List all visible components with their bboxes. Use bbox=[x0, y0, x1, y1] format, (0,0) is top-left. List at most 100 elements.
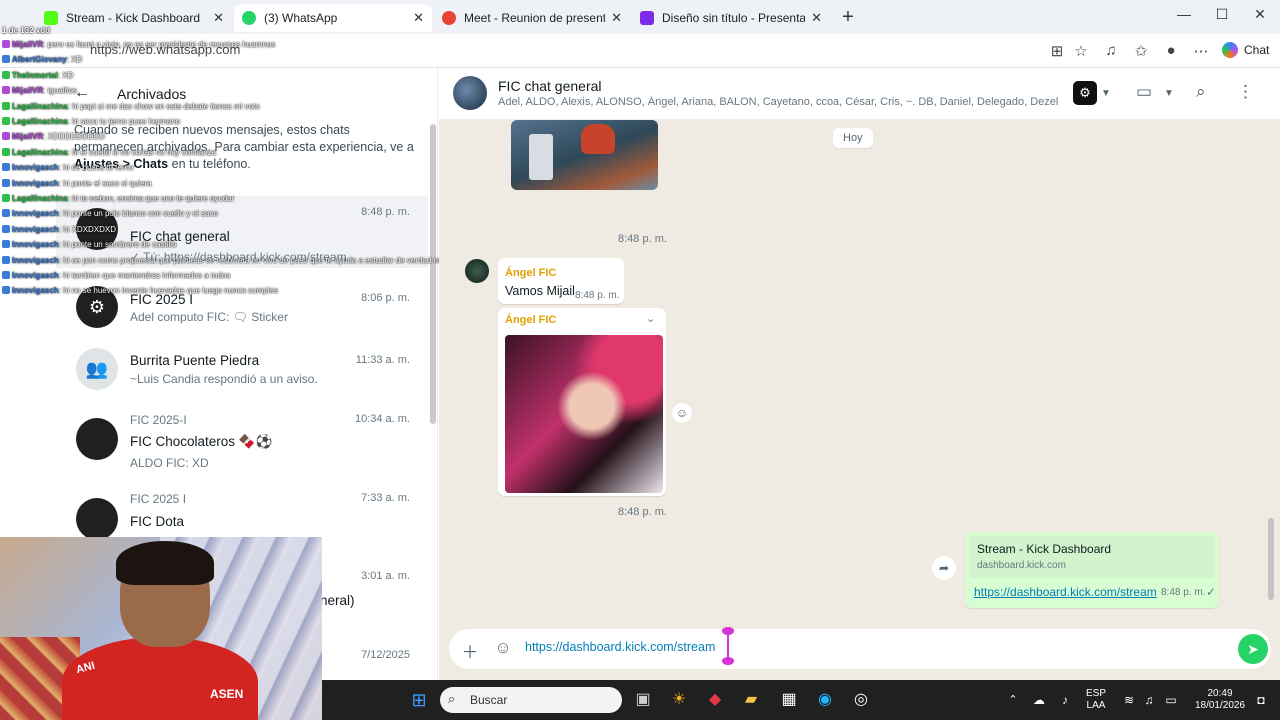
kick-icon bbox=[44, 11, 58, 25]
app-icon[interactable]: ◆ bbox=[704, 689, 726, 711]
tab-whatsapp[interactable]: (3) WhatsApp ✕ bbox=[234, 4, 432, 32]
image-content bbox=[529, 134, 553, 180]
emoji-react-icon[interactable]: ☺ bbox=[672, 403, 692, 423]
wifi-icon[interactable]: ≋ bbox=[1118, 689, 1140, 711]
minimize-button[interactable]: — bbox=[1174, 6, 1194, 22]
cursor-line bbox=[727, 635, 729, 659]
sender-name[interactable]: Ángel FIC bbox=[505, 267, 556, 279]
file-explorer-icon[interactable]: ▰ bbox=[740, 689, 762, 711]
link-preview-card[interactable]: Stream - Kick Dashboard dashboard.kick.c… bbox=[969, 536, 1215, 578]
attach-plus-icon[interactable]: ＋ bbox=[461, 638, 479, 663]
chat-last-message: ✓ Tú: https://dashboard.kick.com/stream bbox=[130, 250, 347, 264]
close-window-button[interactable]: ✕ bbox=[1250, 6, 1270, 23]
tab-canva[interactable]: Diseño sin título - Presentación ✕ bbox=[632, 4, 830, 32]
task-view-icon[interactable]: ▣ bbox=[632, 689, 654, 711]
media-icon[interactable]: ♫ bbox=[1102, 42, 1120, 59]
message-input[interactable]: https://dashboard.kick.com/stream bbox=[525, 640, 715, 654]
profile-icon[interactable]: ● bbox=[1162, 42, 1180, 59]
weather-icon[interactable]: ☀ bbox=[668, 689, 690, 711]
sender-name[interactable]: Ángel FIC bbox=[505, 314, 556, 326]
chat-item-burrita[interactable]: 👥 Burrita Puente Piedra ~Luis Candia res… bbox=[56, 340, 428, 416]
new-tab-button[interactable]: + bbox=[838, 6, 858, 29]
close-icon[interactable]: ✕ bbox=[213, 10, 224, 26]
volume-icon[interactable]: ♫ bbox=[1138, 689, 1160, 711]
favorite-star-icon[interactable]: ☆ bbox=[1072, 42, 1090, 60]
avatar bbox=[76, 208, 118, 250]
chat-time: 3:01 a. m. bbox=[361, 570, 410, 582]
obs-icon[interactable]: ◎ bbox=[850, 689, 872, 711]
search-icon[interactable]: ⌕ bbox=[1196, 82, 1206, 102]
group-avatar[interactable] bbox=[453, 76, 487, 110]
image-message[interactable] bbox=[511, 120, 658, 190]
url-field[interactable]: https://web.whatsapp.com bbox=[90, 42, 240, 57]
store-icon[interactable]: ▦ bbox=[778, 689, 800, 711]
apps-icon[interactable]: ⊞ bbox=[1048, 42, 1066, 60]
clock[interactable]: 20:49 18/01/2026 bbox=[1192, 688, 1248, 712]
battery-icon[interactable]: ▭ bbox=[1160, 689, 1182, 711]
maximize-button[interactable]: ☐ bbox=[1212, 6, 1232, 23]
chevron-up-icon[interactable]: ⌃ bbox=[1002, 689, 1024, 711]
chat-group-label: FIC 2025-I bbox=[130, 413, 187, 427]
outgoing-message[interactable]: Stream - Kick Dashboard dashboard.kick.c… bbox=[965, 532, 1219, 608]
message-time: 8:48 p. m. bbox=[575, 290, 620, 301]
avatar: ⚙ bbox=[76, 286, 118, 328]
close-icon[interactable]: ✕ bbox=[611, 10, 622, 26]
address-bar: https://web.whatsapp.com ⊞ ☆ ♫ ✩ ● ⋯ Cha… bbox=[0, 34, 1280, 68]
copilot-button[interactable]: Chat bbox=[1222, 42, 1269, 58]
scrollbar[interactable] bbox=[430, 124, 436, 424]
tab-label: (3) WhatsApp bbox=[264, 11, 338, 25]
edge-icon[interactable]: ◉ bbox=[814, 689, 836, 711]
chat-members: Adel, ALDO, Alexis, ALONSO, Ángel, Arian… bbox=[498, 96, 1058, 108]
copilot-label: Chat bbox=[1244, 43, 1270, 57]
cursor-handle-top[interactable] bbox=[722, 627, 734, 635]
chat-time: 11:33 a. m. bbox=[355, 354, 410, 366]
sender-avatar[interactable] bbox=[465, 259, 489, 283]
favorites-icon[interactable]: ✩ bbox=[1132, 42, 1150, 60]
microphone-icon[interactable]: ♪ bbox=[1054, 689, 1076, 711]
tray-app-icon[interactable]: ☁ bbox=[1028, 689, 1050, 711]
chevron-down-icon[interactable]: ▼ bbox=[1164, 88, 1174, 99]
more-menu-icon[interactable]: ⋯ bbox=[1192, 42, 1210, 60]
windows-start-icon[interactable]: ⊞ bbox=[408, 689, 430, 711]
archived-note: Cuando se reciben nuevos mensajes, estos… bbox=[74, 123, 414, 171]
chat-time: 7/12/2025 bbox=[361, 649, 410, 661]
close-icon[interactable]: ✕ bbox=[811, 10, 822, 26]
back-arrow-icon[interactable]: ← bbox=[74, 84, 90, 102]
close-icon[interactable]: ✕ bbox=[413, 10, 424, 26]
sticker-app-icon[interactable]: ⚙ bbox=[1073, 81, 1097, 105]
send-button[interactable]: ➤ bbox=[1238, 634, 1268, 664]
taskbar-search[interactable]: ⌕ Buscar bbox=[440, 687, 622, 713]
chat-header[interactable]: FIC chat general Adel, ALDO, Alexis, ALO… bbox=[439, 68, 1280, 120]
keyboard-language[interactable]: ESP LAA bbox=[1086, 688, 1106, 712]
scrollbar[interactable] bbox=[1268, 518, 1274, 600]
emoji-icon[interactable]: ☺ bbox=[493, 638, 513, 658]
search-label: Buscar bbox=[470, 693, 508, 707]
whatsapp-icon bbox=[242, 11, 256, 25]
more-options-icon[interactable]: ⋮ bbox=[1237, 82, 1254, 102]
forward-icon[interactable]: ➦ bbox=[932, 556, 956, 580]
chat-item-fic-chocolateros[interactable]: FIC 2025-I FIC Chocolateros 🍫⚽ ALDO FIC:… bbox=[56, 408, 428, 488]
message-link[interactable]: https://dashboard.kick.com/stream bbox=[974, 585, 1157, 599]
video-call-icon[interactable]: ▭ bbox=[1136, 82, 1152, 102]
avatar bbox=[76, 498, 118, 540]
tab-label: Stream - Kick Dashboard bbox=[66, 11, 201, 25]
taskbar: ⊞ ⌕ Buscar ▣ ☀ ◆ ▰ ▦ ◉ ◎ ⌃ ☁ ♪ ESP LAA ≋… bbox=[322, 680, 1280, 720]
message-text: Vamos Mijail bbox=[505, 284, 575, 298]
browser-tab-bar: Stream - Kick Dashboard ✕ (3) WhatsApp ✕… bbox=[0, 0, 1280, 34]
chevron-down-icon[interactable]: ⌄ bbox=[646, 312, 655, 325]
group-icon: 👥 bbox=[76, 348, 118, 390]
chat-item-fic-chat-general[interactable]: FIC chat general ✓ Tú: https://dashboard… bbox=[56, 196, 428, 268]
image-message-bubble[interactable]: Ángel FIC ⌄ bbox=[498, 308, 666, 496]
notifications-icon[interactable]: ◘ bbox=[1250, 689, 1272, 711]
message-bubble[interactable]: Ángel FIC Vamos Mijail 8:48 p. m. bbox=[498, 258, 624, 304]
chat-last-message: Adel computo FIC: 🗨 Sticker bbox=[130, 310, 288, 324]
message-list[interactable]: Hoy 8:48 p. m. Ángel FIC Vamos Mijail 8:… bbox=[439, 120, 1280, 625]
chat-group-label: FIC 2025 I bbox=[130, 492, 187, 506]
tab-kick-dashboard[interactable]: Stream - Kick Dashboard ✕ bbox=[36, 4, 232, 32]
chevron-down-icon[interactable]: ▼ bbox=[1101, 88, 1111, 99]
image-content bbox=[505, 335, 663, 493]
tab-meet[interactable]: Meet - Reunion de presentaci ✕ bbox=[434, 4, 630, 32]
search-icon: ⌕ bbox=[448, 691, 456, 706]
cursor-handle-bottom[interactable] bbox=[722, 657, 734, 665]
message-time: 8:48 p. m. bbox=[618, 506, 667, 518]
